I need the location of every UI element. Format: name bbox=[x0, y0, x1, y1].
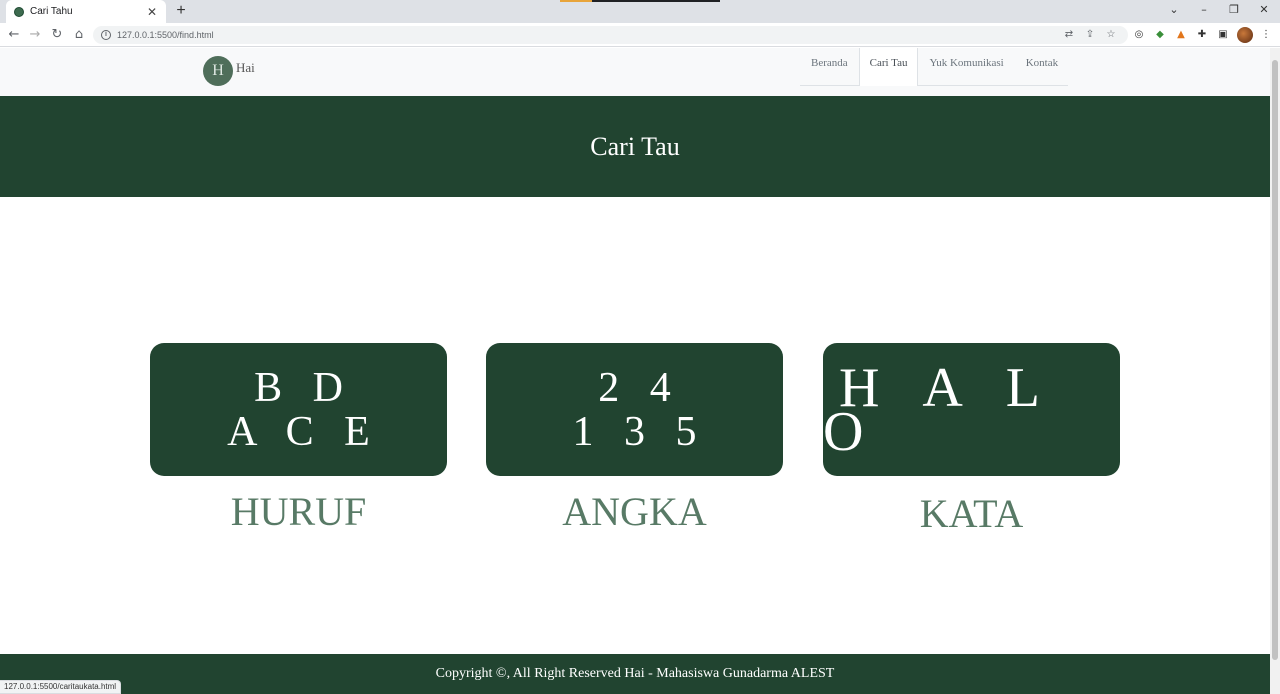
extensions-puzzle-icon[interactable]: ✚ bbox=[1195, 28, 1209, 42]
card-label-huruf[interactable]: HURUF bbox=[150, 488, 447, 535]
menu-kebab-icon[interactable]: ⋮ bbox=[1259, 28, 1273, 42]
card-line: A C E bbox=[227, 408, 380, 455]
nav-menu: Beranda Cari Tau Yuk Komunikasi Kontak bbox=[800, 48, 1069, 86]
new-tab-button[interactable]: + bbox=[172, 2, 190, 20]
nav-item-beranda[interactable]: Beranda bbox=[800, 48, 859, 86]
card-line: 1 3 5 bbox=[572, 408, 707, 455]
page-scrollbar[interactable] bbox=[1270, 48, 1280, 694]
card-line: 2 4 bbox=[598, 364, 681, 411]
extension-icon[interactable]: ◎ bbox=[1132, 28, 1146, 42]
card-angka[interactable]: 2 4 1 3 5 bbox=[486, 343, 783, 476]
brand-name: Hai bbox=[236, 60, 255, 75]
bookmark-star-icon[interactable]: ☆ bbox=[1104, 27, 1118, 43]
card-line: H A L O bbox=[823, 356, 1054, 463]
minimize-icon[interactable]: – bbox=[1188, 0, 1220, 23]
tab-indicator bbox=[560, 0, 592, 2]
card-line: B D bbox=[254, 364, 353, 411]
forward-icon[interactable]: → bbox=[25, 25, 45, 45]
side-panel-icon[interactable]: ▣ bbox=[1216, 28, 1230, 42]
profile-avatar[interactable] bbox=[1237, 27, 1253, 43]
close-window-icon[interactable]: ✕ bbox=[1248, 0, 1280, 23]
site-footer: Copyright ©, All Right Reserved Hai - Ma… bbox=[0, 654, 1270, 694]
logo-icon: H bbox=[203, 56, 233, 86]
home-icon[interactable]: ⌂ bbox=[69, 25, 89, 45]
translate-icon[interactable]: ⇄ bbox=[1062, 27, 1076, 43]
card-label-kata[interactable]: KATA bbox=[823, 490, 1120, 537]
status-bar-url: 127.0.0.1:5500/caritaukata.html bbox=[0, 680, 122, 694]
scrollbar-thumb[interactable] bbox=[1272, 60, 1278, 660]
tab-indicator bbox=[592, 0, 720, 2]
browser-tab-strip: Cari Tahu ✕ + ⌄ – ❐ ✕ bbox=[0, 0, 1280, 23]
tab-title: Cari Tahu bbox=[30, 6, 73, 17]
card-huruf[interactable]: B D A C E bbox=[150, 343, 447, 476]
brand[interactable]: H Hai bbox=[203, 56, 255, 86]
card-kata[interactable]: H A L O bbox=[823, 343, 1120, 476]
browser-toolbar: ← → ↻ ⌂ i 127.0.0.1:5500/find.html ⇄ ⇪ ☆ bbox=[0, 23, 1280, 47]
nav-item-kontak[interactable]: Kontak bbox=[1015, 48, 1069, 86]
back-icon[interactable]: ← bbox=[4, 25, 24, 45]
site-navbar: H Hai Beranda Cari Tau Yuk Komunikasi Ko… bbox=[0, 48, 1270, 96]
metamask-icon[interactable]: ▲ bbox=[1174, 28, 1188, 42]
close-tab-icon[interactable]: ✕ bbox=[146, 5, 158, 19]
address-bar[interactable]: i 127.0.0.1:5500/find.html bbox=[93, 26, 1128, 44]
nav-item-yuk-komunikasi[interactable]: Yuk Komunikasi bbox=[918, 48, 1014, 86]
url-text: 127.0.0.1:5500/find.html bbox=[117, 30, 214, 40]
page-title: Cari Tau bbox=[590, 131, 680, 161]
hero-banner: Cari Tau bbox=[0, 96, 1270, 197]
page-viewport: H Hai Beranda Cari Tau Yuk Komunikasi Ko… bbox=[0, 48, 1270, 694]
nav-item-cari-tau[interactable]: Cari Tau bbox=[858, 48, 919, 86]
restore-icon[interactable]: ❐ bbox=[1218, 0, 1250, 23]
card-label-angka[interactable]: ANGKA bbox=[486, 488, 783, 535]
browser-tab[interactable]: Cari Tahu ✕ bbox=[6, 0, 166, 23]
favicon-icon bbox=[14, 6, 24, 17]
tab-search-icon[interactable]: ⌄ bbox=[1158, 0, 1190, 23]
site-info-icon[interactable]: i bbox=[101, 30, 111, 40]
share-icon[interactable]: ⇪ bbox=[1083, 27, 1097, 43]
reload-icon[interactable]: ↻ bbox=[47, 25, 67, 45]
extension-icon[interactable]: ◆ bbox=[1153, 28, 1167, 42]
copyright-text: Copyright ©, All Right Reserved Hai - Ma… bbox=[435, 666, 835, 681]
